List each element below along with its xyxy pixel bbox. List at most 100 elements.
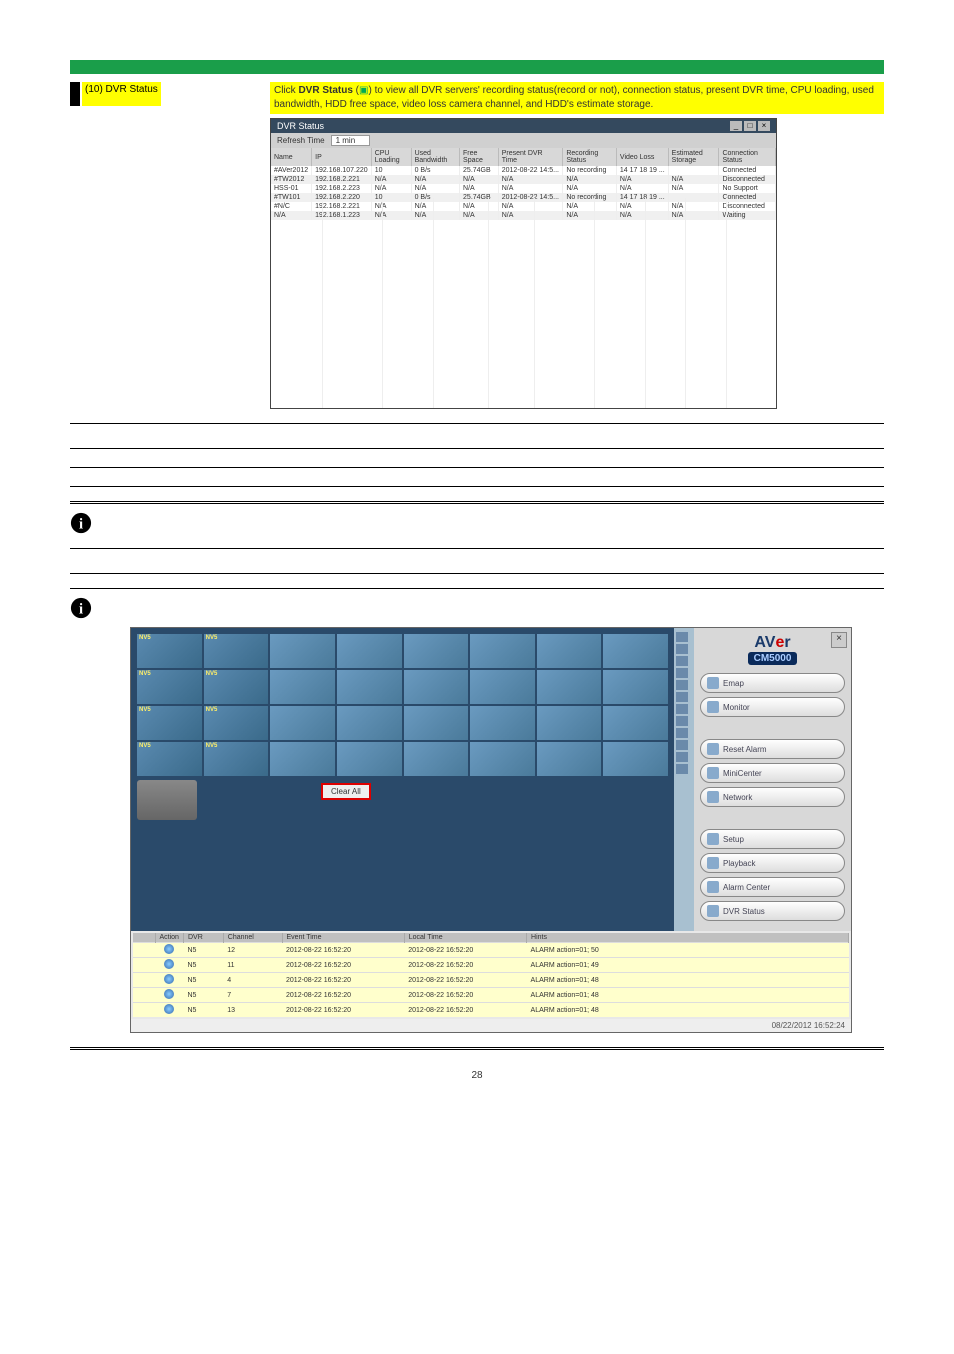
col-action[interactable]: Action <box>155 933 183 943</box>
camera-cell[interactable] <box>404 670 469 704</box>
col-loss[interactable]: Video Loss <box>616 148 668 166</box>
event-row[interactable]: N5112012-08-22 16:52:202012-08-22 16:52:… <box>133 958 849 973</box>
layout-icon[interactable] <box>676 632 688 642</box>
event-table: Action DVR Channel Event Time Local Time… <box>133 933 849 1017</box>
minimize-button[interactable]: _ <box>730 121 742 131</box>
camera-cell[interactable] <box>603 706 668 740</box>
camera-cell[interactable] <box>337 706 402 740</box>
camera-cell[interactable] <box>470 742 535 776</box>
camera-cell[interactable] <box>337 634 402 668</box>
maximize-button[interactable]: □ <box>744 121 756 131</box>
col-cpu[interactable]: CPU Loading <box>371 148 411 166</box>
refresh-bar: Refresh Time 1 min <box>271 133 776 148</box>
reset-alarm-button[interactable]: Reset Alarm <box>700 739 845 759</box>
col-est[interactable]: Estimated Storage <box>668 148 719 166</box>
dvr-window-title: DVR Status <box>277 121 324 131</box>
camera-cell[interactable] <box>537 706 602 740</box>
camera-cell[interactable] <box>470 634 535 668</box>
camera-cell[interactable] <box>337 670 402 704</box>
event-row[interactable]: N572012-08-22 16:52:202012-08-22 16:52:2… <box>133 988 849 1003</box>
layout-icon[interactable] <box>676 752 688 762</box>
camera-cell[interactable] <box>470 706 535 740</box>
camera-cell[interactable] <box>270 742 335 776</box>
refresh-select[interactable]: 1 min <box>331 135 371 146</box>
setup-button[interactable]: Setup <box>700 829 845 849</box>
camera-cell[interactable]: NV5 <box>137 742 202 776</box>
layout-icon[interactable] <box>676 764 688 774</box>
col-blank <box>133 933 155 943</box>
camera-cell[interactable] <box>270 634 335 668</box>
dvr-window-titlebar[interactable]: DVR Status _ □ × <box>271 119 776 133</box>
layout-icon[interactable] <box>676 704 688 714</box>
close-button[interactable]: × <box>758 121 770 131</box>
network-button[interactable]: Network <box>700 787 845 807</box>
col-channel[interactable]: Channel <box>223 933 282 943</box>
emap-button[interactable]: Emap <box>700 673 845 693</box>
playback-icon <box>707 857 719 869</box>
camera-cell[interactable]: NV5 <box>137 706 202 740</box>
camera-cell[interactable] <box>404 742 469 776</box>
camera-cell[interactable] <box>404 706 469 740</box>
camera-cell[interactable] <box>270 706 335 740</box>
page-number: 28 <box>70 1070 884 1081</box>
camera-cell[interactable] <box>270 670 335 704</box>
camera-cell[interactable] <box>537 670 602 704</box>
camera-cell[interactable] <box>470 670 535 704</box>
camera-cell[interactable] <box>603 670 668 704</box>
globe-icon <box>164 989 174 999</box>
event-log-area: Action DVR Channel Event Time Local Time… <box>131 931 851 1019</box>
event-row[interactable]: N5122012-08-22 16:52:202012-08-22 16:52:… <box>133 943 849 958</box>
col-event-time[interactable]: Event Time <box>282 933 404 943</box>
col-free[interactable]: Free Space <box>460 148 499 166</box>
camera-cell[interactable] <box>537 634 602 668</box>
camera-cell[interactable] <box>404 634 469 668</box>
col-name[interactable]: Name <box>271 148 312 166</box>
layout-icon[interactable] <box>676 680 688 690</box>
camera-cell[interactable]: NV5 <box>137 634 202 668</box>
camera-cell[interactable]: NV5 <box>204 670 269 704</box>
layout-icon[interactable] <box>676 656 688 666</box>
col-rec[interactable]: Recording Status <box>563 148 617 166</box>
panel-close-button[interactable]: × <box>831 632 847 648</box>
layout-icon[interactable] <box>676 692 688 702</box>
dvr-row[interactable]: HSS-01192.168.2.223N/AN/AN/AN/AN/AN/AN/A… <box>271 184 776 193</box>
col-time[interactable]: Present DVR Time <box>498 148 563 166</box>
alarm-center-icon <box>707 881 719 893</box>
dvr-row[interactable]: #AVer2012192.168.107.220100 B/s25.74GB20… <box>271 166 776 175</box>
event-row[interactable]: N5132012-08-22 16:52:202012-08-22 16:52:… <box>133 1003 849 1018</box>
col-ip[interactable]: IP <box>312 148 372 166</box>
col-hints[interactable]: Hints <box>527 933 849 943</box>
playback-button[interactable]: Playback <box>700 853 845 873</box>
camera-cell[interactable] <box>337 742 402 776</box>
layout-icon[interactable] <box>676 740 688 750</box>
layout-icon[interactable] <box>676 644 688 654</box>
event-row[interactable]: N542012-08-22 16:52:202012-08-22 16:52:2… <box>133 973 849 988</box>
minicenter-icon <box>707 767 719 779</box>
col-dvr[interactable]: DVR <box>183 933 223 943</box>
monitor-icon <box>707 701 719 713</box>
camera-cell[interactable]: NV5 <box>204 742 269 776</box>
row-indicator <box>70 82 80 106</box>
camera-cell[interactable]: NV5 <box>137 670 202 704</box>
col-bw[interactable]: Used Bandwidth <box>411 148 459 166</box>
svg-text:i: i <box>79 602 83 618</box>
dvr-status-button[interactable]: DVR Status <box>700 901 845 921</box>
clear-all-button[interactable]: Clear All <box>321 783 371 800</box>
minicenter-button[interactable]: MiniCenter <box>700 763 845 783</box>
camera-cell[interactable]: NV5 <box>204 706 269 740</box>
layout-icon[interactable] <box>676 728 688 738</box>
col-local-time[interactable]: Local Time <box>404 933 526 943</box>
layout-icon[interactable] <box>676 716 688 726</box>
dvr-row[interactable]: #TW2012192.168.2.221N/AN/AN/AN/AN/AN/AN/… <box>271 175 776 184</box>
monitor-button[interactable]: Monitor <box>700 697 845 717</box>
camera-grid: NV5NV5NV5NV5NV5NV5NV5NV5 <box>137 634 668 776</box>
camera-cell[interactable] <box>537 742 602 776</box>
eye-preview <box>137 780 197 820</box>
camera-cell[interactable] <box>603 634 668 668</box>
camera-cell[interactable] <box>603 742 668 776</box>
col-conn[interactable]: Connection Status <box>719 148 776 166</box>
alarm-center-button[interactable]: Alarm Center <box>700 877 845 897</box>
layout-icon[interactable] <box>676 668 688 678</box>
camera-cell[interactable]: NV5 <box>204 634 269 668</box>
info-note-1: i <box>70 512 884 534</box>
